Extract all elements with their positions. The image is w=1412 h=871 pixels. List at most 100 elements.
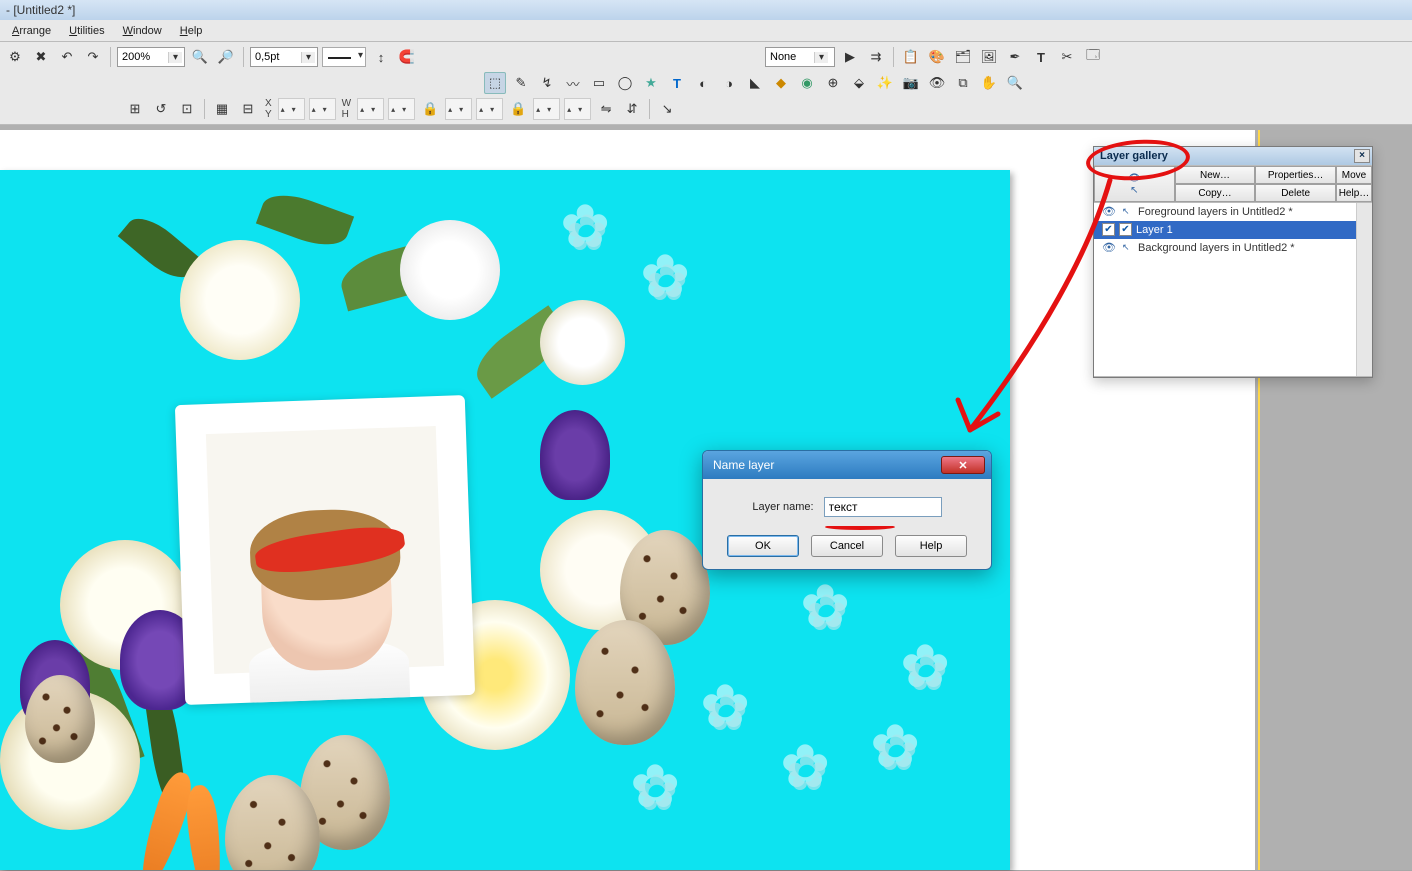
- h-spinner[interactable]: ▴▾: [388, 98, 415, 120]
- shadow-tool-icon[interactable]: ◣: [744, 72, 766, 94]
- quickshape-tool-icon[interactable]: ★: [640, 72, 662, 94]
- scrollbar[interactable]: [1356, 203, 1372, 376]
- flower-graphic: [400, 220, 500, 320]
- zoom-tool-icon[interactable]: 🔍: [1004, 72, 1026, 94]
- redo-icon[interactable]: ↷: [82, 46, 104, 68]
- visibility-checkbox[interactable]: ✔: [1102, 223, 1115, 236]
- eye-icon[interactable]: 👁: [1102, 241, 1118, 254]
- background-group-row[interactable]: 👁 ↖ Background layers in Untitled2 *: [1094, 239, 1372, 257]
- eye-icon[interactable]: 👁: [1102, 205, 1118, 218]
- shape-tool-icon[interactable]: ↯: [536, 72, 558, 94]
- chevron-down-icon[interactable]: ▾: [814, 52, 828, 63]
- pointer-icon[interactable]: ↖: [1122, 242, 1134, 253]
- menu-help[interactable]: Help: [172, 23, 211, 39]
- angle-spinner[interactable]: ▴▾: [533, 98, 560, 120]
- stack-combo[interactable]: ▾: [765, 47, 835, 67]
- sel-rotate-icon[interactable]: ↺: [150, 98, 172, 120]
- sel-handles-icon[interactable]: ⊡: [176, 98, 198, 120]
- layer-properties-button[interactable]: Properties…: [1255, 166, 1336, 184]
- gallery-line-icon[interactable]: ✒: [1004, 46, 1026, 68]
- liveeffect-tool-icon[interactable]: ✨: [874, 72, 896, 94]
- layer-help-button[interactable]: Help…: [1336, 184, 1372, 202]
- rect-tool-icon[interactable]: ▭: [588, 72, 610, 94]
- blend-tool-icon[interactable]: ⊕: [822, 72, 844, 94]
- snap-magnet-icon[interactable]: 🧲: [396, 46, 418, 68]
- zoom-prev-icon[interactable]: 🔍: [189, 46, 211, 68]
- ellipse-tool-icon[interactable]: ◯: [614, 72, 636, 94]
- chevron-down-icon[interactable]: ▾: [168, 52, 182, 63]
- scale-y-spinner[interactable]: ▴▾: [476, 98, 503, 120]
- move-layer-button[interactable]: Move: [1336, 166, 1372, 184]
- pen-tool-icon[interactable]: 〰: [562, 72, 584, 94]
- panel-titlebar[interactable]: Layer gallery ×: [1094, 147, 1372, 165]
- chevron-down-icon[interactable]: ▾: [301, 52, 315, 63]
- copy-layer-button[interactable]: Copy…: [1175, 184, 1256, 202]
- undo-icon[interactable]: ↶: [56, 46, 78, 68]
- linewidth-input[interactable]: [253, 51, 301, 63]
- flip-h-icon[interactable]: ⇋: [595, 98, 617, 120]
- zoom-input[interactable]: [120, 51, 168, 63]
- ok-button[interactable]: OK: [727, 535, 799, 557]
- clipboard-icon[interactable]: 📋: [900, 46, 922, 68]
- dialog-titlebar[interactable]: Name layer ✕: [703, 451, 991, 479]
- layer-row-layer1[interactable]: ✔ ✔ Layer 1: [1094, 221, 1372, 239]
- contour-tool-icon[interactable]: ◉: [796, 72, 818, 94]
- photo-tool-icon[interactable]: 📷: [900, 72, 922, 94]
- play-icon[interactable]: ▶: [839, 46, 861, 68]
- new-layer-button[interactable]: New…: [1175, 166, 1256, 184]
- linewidth-combo[interactable]: ▾: [250, 47, 318, 67]
- cancel-button[interactable]: Cancel: [811, 535, 883, 557]
- foreground-group-row[interactable]: 👁 ↖ Foreground layers in Untitled2 *: [1094, 203, 1372, 221]
- lock-aspect-icon[interactable]: 🔒: [419, 98, 441, 120]
- gallery-name-icon[interactable]: ✂: [1056, 46, 1078, 68]
- pointer-icon[interactable]: ↖: [1130, 185, 1138, 196]
- stack-input[interactable]: [768, 51, 814, 63]
- x-spinner[interactable]: ▴▾: [278, 98, 305, 120]
- delete-icon[interactable]: ✖: [30, 46, 52, 68]
- bevel-tool-icon[interactable]: ◆: [770, 72, 792, 94]
- layer-list[interactable]: 👁 ↖ Foreground layers in Untitled2 * ✔ ✔…: [1094, 203, 1372, 377]
- text-tool-icon[interactable]: T: [666, 72, 688, 94]
- gallery-bitmap-icon[interactable]: 🖼: [978, 46, 1000, 68]
- delete-layer-button[interactable]: Delete: [1255, 184, 1336, 202]
- snap-grid-icon[interactable]: ⊟: [237, 98, 259, 120]
- menu-arrange[interactable]: Arrange: [4, 23, 59, 39]
- close-icon[interactable]: ×: [1354, 149, 1370, 163]
- arrange-icon[interactable]: ⇉: [865, 46, 887, 68]
- skew-spinner[interactable]: ▴▾: [564, 98, 591, 120]
- sel-bounds-icon[interactable]: ⊞: [124, 98, 146, 120]
- gallery-frame-icon[interactable]: 🗔: [1082, 46, 1104, 68]
- zoom-fit-icon[interactable]: 🔎: [215, 46, 237, 68]
- gallery-layers-icon[interactable]: 🗂: [952, 46, 974, 68]
- grid-icon[interactable]: ▦: [211, 98, 233, 120]
- gallery-font-icon[interactable]: T: [1030, 46, 1052, 68]
- close-icon[interactable]: ✕: [941, 456, 985, 474]
- arrow-end-icon[interactable]: ↕: [370, 46, 392, 68]
- help-button[interactable]: Help: [895, 535, 967, 557]
- menu-utilities[interactable]: Utilities: [61, 23, 112, 39]
- clone-tool-icon[interactable]: ⧉: [952, 72, 974, 94]
- scale-x-spinner[interactable]: ▴▾: [445, 98, 472, 120]
- w-spinner[interactable]: ▴▾: [357, 98, 384, 120]
- scale-line-icon[interactable]: ↘: [656, 98, 678, 120]
- options-icon[interactable]: ⚙: [4, 46, 26, 68]
- pasteboard[interactable]: [0, 130, 1255, 870]
- y-spinner[interactable]: ▴▾: [309, 98, 336, 120]
- pointer-icon[interactable]: ↖: [1122, 206, 1134, 217]
- fill-tool-icon[interactable]: ◐: [692, 72, 714, 94]
- push-tool-icon[interactable]: ✋: [978, 72, 1000, 94]
- redeye-tool-icon[interactable]: 👁: [926, 72, 948, 94]
- lock-scale-icon[interactable]: 🔒: [507, 98, 529, 120]
- layer-name-field[interactable]: [824, 497, 942, 517]
- transparency-tool-icon[interactable]: ◑: [718, 72, 740, 94]
- menu-window[interactable]: Window: [115, 23, 170, 39]
- editable-checkbox[interactable]: ✔: [1119, 223, 1132, 236]
- selector-tool-icon[interactable]: ⬚: [484, 72, 506, 94]
- zoom-combo[interactable]: ▾: [117, 47, 185, 67]
- gallery-color-icon[interactable]: 🎨: [926, 46, 948, 68]
- eye-icon[interactable]: 👁: [1128, 173, 1141, 184]
- mould-tool-icon[interactable]: ⬙: [848, 72, 870, 94]
- freehand-tool-icon[interactable]: ✎: [510, 72, 532, 94]
- flip-v-icon[interactable]: ⇵: [621, 98, 643, 120]
- line-style-combo[interactable]: [322, 47, 366, 67]
